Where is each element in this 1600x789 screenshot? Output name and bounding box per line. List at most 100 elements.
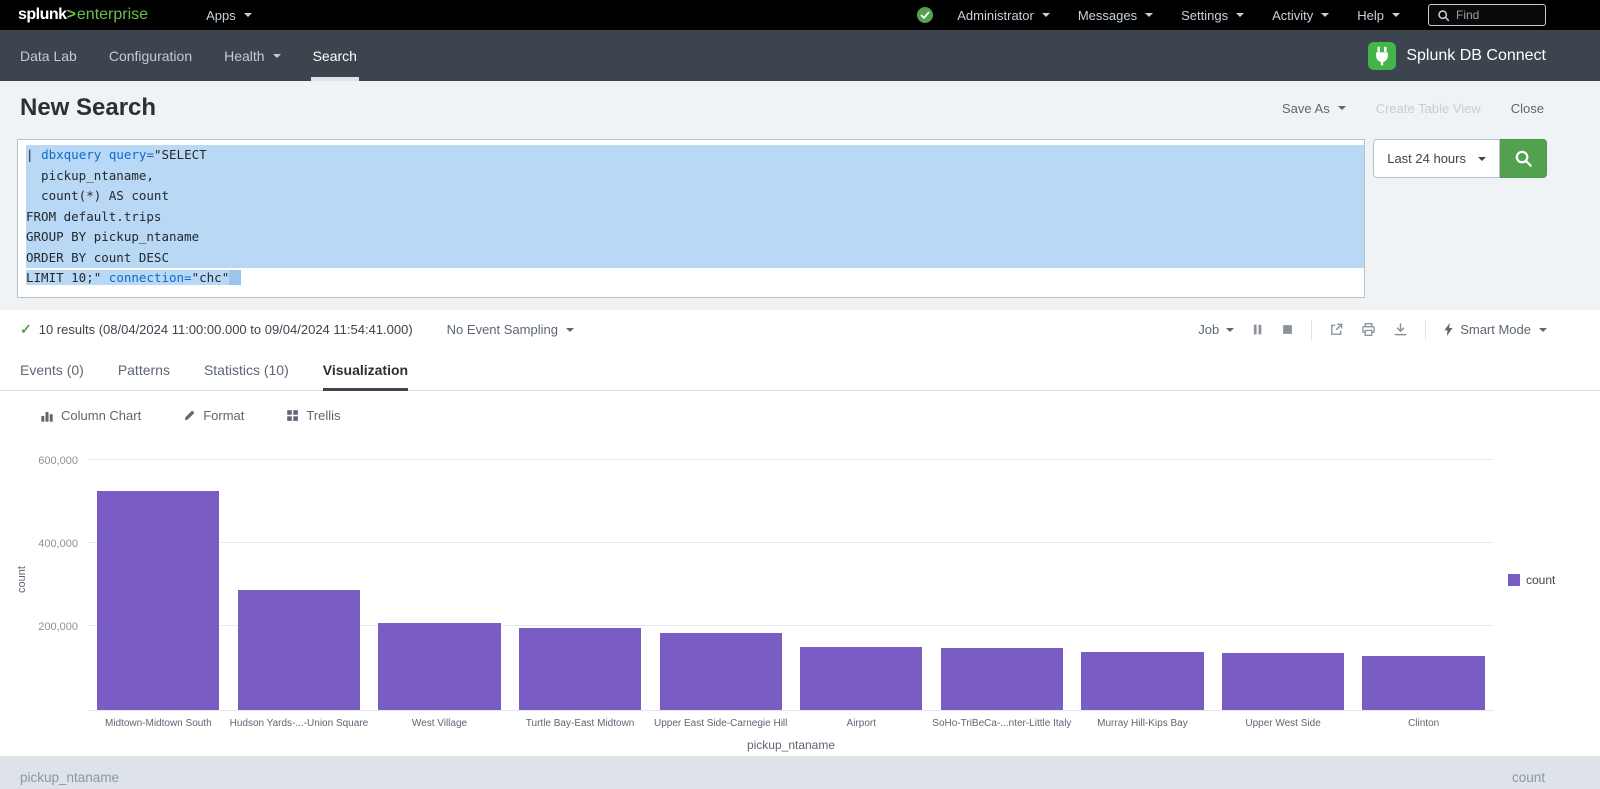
chart-type-label: Column Chart [61, 408, 141, 423]
results-bar: ✓ 10 results (08/04/2024 11:00:00.000 to… [0, 310, 1600, 350]
create-table-view-label: Create Table View [1376, 101, 1481, 116]
find-input[interactable] [1456, 8, 1537, 22]
x-tick-label: Upper East Side-Carnegie Hill [650, 718, 791, 729]
legend-swatch [1508, 574, 1520, 586]
bar-10[interactable] [1362, 656, 1484, 710]
nav-item-health[interactable]: Health [208, 30, 296, 81]
health-status-check-icon[interactable] [917, 7, 933, 23]
y-axis-title: count [14, 449, 30, 711]
save-as-label: Save As [1282, 101, 1330, 116]
nav-item-label: Health [224, 48, 264, 64]
settings-menu-label: Settings [1181, 8, 1228, 23]
tab-patterns[interactable]: Patterns [118, 350, 170, 390]
close-label: Close [1511, 101, 1544, 116]
chevron-down-icon [1321, 13, 1329, 17]
bar-slot [510, 628, 651, 710]
logo-product-text: enterprise [77, 6, 148, 24]
nav-item-search[interactable]: Search [297, 30, 373, 81]
event-sampling-dropdown[interactable]: No Event Sampling [447, 322, 574, 337]
pause-job-icon[interactable] [1251, 323, 1264, 336]
results-check-icon: ✓ [20, 321, 32, 338]
bar-8[interactable] [1081, 652, 1203, 710]
table-column-count[interactable]: count [1512, 770, 1545, 785]
x-tick-label: Upper West Side [1213, 718, 1354, 729]
tab-visualization[interactable]: Visualization [323, 350, 408, 390]
chevron-down-icon [1236, 13, 1244, 17]
activity-menu[interactable]: Activity [1258, 8, 1343, 23]
search-icon [1514, 149, 1533, 168]
bar-1[interactable] [97, 491, 219, 710]
chevron-down-icon [244, 13, 252, 17]
time-range-label: Last 24 hours [1387, 151, 1466, 166]
job-menu-label: Job [1198, 322, 1219, 337]
divider [1311, 320, 1312, 340]
time-range-picker[interactable]: Last 24 hours [1373, 139, 1500, 178]
chevron-down-icon [1478, 157, 1486, 161]
chart-type-button[interactable]: Column Chart [40, 408, 141, 423]
smart-mode-label: Smart Mode [1460, 322, 1531, 337]
administrator-menu[interactable]: Administrator [943, 8, 1064, 23]
bars-container [88, 449, 1494, 710]
create-table-view-button[interactable]: Create Table View [1376, 101, 1481, 116]
x-axis-title: pickup_ntaname [88, 729, 1494, 752]
print-icon[interactable] [1361, 322, 1376, 337]
messages-menu[interactable]: Messages [1064, 8, 1167, 23]
find-search-box[interactable] [1428, 4, 1546, 26]
job-menu[interactable]: Job [1198, 322, 1234, 337]
column-chart-icon [40, 409, 54, 423]
bar-slot [229, 590, 370, 710]
chevron-down-icon [1042, 13, 1050, 17]
chevron-down-icon [566, 328, 574, 332]
bar-slot [88, 491, 229, 710]
tab-label: Statistics (10) [204, 362, 289, 378]
logo-splunk-text: splunk [18, 6, 67, 24]
export-download-icon[interactable] [1393, 322, 1408, 337]
tab-events[interactable]: Events (0) [20, 350, 84, 390]
bar-slot [369, 623, 510, 710]
pencil-icon [183, 409, 196, 422]
share-job-icon[interactable] [1329, 322, 1344, 337]
bar-4[interactable] [519, 628, 641, 710]
chevron-down-icon [1145, 13, 1153, 17]
nav-item-configuration[interactable]: Configuration [93, 30, 208, 81]
stop-job-icon[interactable] [1281, 323, 1294, 336]
nav-item-data-lab[interactable]: Data Lab [4, 30, 93, 81]
text-cursor [229, 270, 241, 285]
y-axis-ticks: 200,000400,000600,000 [30, 449, 88, 711]
bar-slot [1213, 653, 1354, 710]
bar-5[interactable] [660, 633, 782, 710]
y-tick-label: 600,000 [38, 455, 78, 467]
app-badge[interactable]: Splunk DB Connect [1368, 30, 1546, 81]
settings-menu[interactable]: Settings [1167, 8, 1258, 23]
bar-2[interactable] [238, 590, 360, 710]
search-mode-dropdown[interactable]: Smart Mode [1443, 322, 1547, 337]
bar-7[interactable] [941, 648, 1063, 710]
run-search-button[interactable] [1500, 139, 1547, 178]
x-tick-label: Midtown-Midtown South [88, 718, 229, 729]
search-query-input[interactable]: | dbxquery query="SELECT pickup_ntaname,… [17, 139, 1365, 298]
format-button[interactable]: Format [183, 408, 244, 423]
chevron-down-icon [1338, 106, 1346, 110]
bar-9[interactable] [1222, 653, 1344, 710]
visualization-toolbar: Column Chart Format Trellis [0, 391, 1600, 441]
close-button[interactable]: Close [1511, 101, 1544, 116]
search-bar-area: | dbxquery query="SELECT pickup_ntaname,… [0, 135, 1600, 310]
tab-label: Patterns [118, 362, 170, 378]
chevron-down-icon [1539, 328, 1547, 332]
page-title: New Search [20, 94, 156, 122]
bar-3[interactable] [378, 623, 500, 710]
results-tabs: Events (0) Patterns Statistics (10) Visu… [0, 350, 1600, 391]
help-menu[interactable]: Help [1343, 8, 1414, 23]
tab-statistics[interactable]: Statistics (10) [204, 350, 289, 390]
chart-legend[interactable]: count [1494, 449, 1600, 711]
table-column-pickup-ntaname[interactable]: pickup_ntaname [20, 770, 119, 785]
splunk-logo[interactable]: splunk>enterprise [18, 6, 148, 24]
save-as-button[interactable]: Save As [1282, 101, 1346, 116]
trellis-button[interactable]: Trellis [286, 408, 340, 423]
plot-area [88, 449, 1494, 711]
query-line: | dbxquery query="SELECT [26, 145, 1364, 166]
bar-6[interactable] [800, 647, 922, 710]
apps-menu[interactable]: Apps [192, 0, 266, 30]
nav-item-label: Data Lab [20, 48, 77, 64]
tab-label: Events (0) [20, 362, 84, 378]
